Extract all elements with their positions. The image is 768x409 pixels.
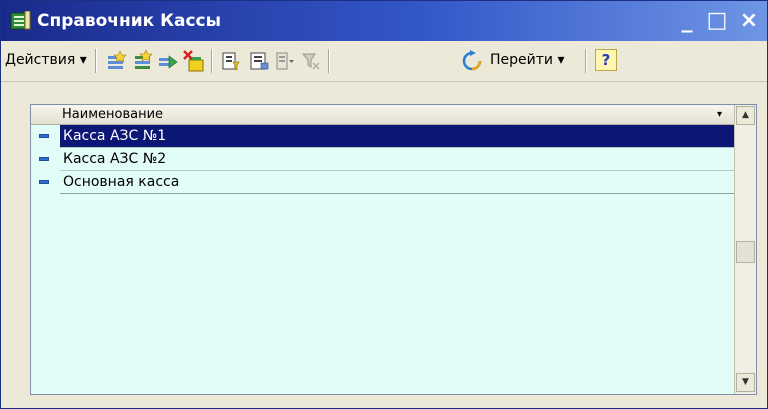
minimize-button[interactable]: _ xyxy=(673,7,701,35)
toolbar-separator xyxy=(328,49,330,73)
column-header-dropdown-icon[interactable]: ▾ xyxy=(717,106,722,124)
sort-icon[interactable] xyxy=(274,50,296,72)
element-marker-icon xyxy=(39,157,49,161)
toolbar-separator xyxy=(211,49,213,73)
filter-icon[interactable] xyxy=(219,50,241,72)
goto-menu-button[interactable]: Перейти ▾ xyxy=(490,50,564,70)
titlebar[interactable]: Справочник Кассы _ □ × xyxy=(1,1,767,41)
catalog-icon xyxy=(10,11,31,30)
row-name-cell[interactable]: Касса АЗС №1 xyxy=(60,125,734,148)
scroll-thumb[interactable] xyxy=(736,241,755,263)
filter-settings-icon[interactable] xyxy=(248,50,270,72)
table-row[interactable]: Касса АЗС №2 xyxy=(31,148,734,171)
maximize-button[interactable]: □ xyxy=(703,7,731,35)
toolbar: Действия ▾ Перейти ▾ ? xyxy=(1,41,767,82)
scroll-up-button[interactable]: ▲ xyxy=(736,106,755,125)
column-header-label: Наименование xyxy=(62,107,164,122)
row-name-cell[interactable]: Касса АЗС №2 xyxy=(60,148,734,171)
toolbar-separator xyxy=(585,49,587,73)
column-header[interactable]: Наименование ▾ xyxy=(31,105,734,125)
refresh-icon[interactable] xyxy=(461,50,483,72)
element-marker-icon xyxy=(39,180,49,184)
window-title: Справочник Кассы xyxy=(37,11,221,31)
element-marker-icon xyxy=(39,134,49,138)
toolbar-separator xyxy=(95,49,97,73)
scroll-down-button[interactable]: ▼ xyxy=(736,373,755,392)
table-row[interactable]: Основная касса xyxy=(31,171,734,194)
close-button[interactable]: × xyxy=(735,7,763,35)
help-button[interactable]: ? xyxy=(595,49,617,71)
table-row[interactable]: Касса АЗС №1 xyxy=(31,125,734,148)
clear-filter-icon[interactable] xyxy=(300,50,322,72)
actions-menu-button[interactable]: Действия ▾ xyxy=(5,50,87,70)
delete-icon[interactable] xyxy=(183,50,205,72)
add-icon[interactable] xyxy=(105,50,127,72)
catalog-table[interactable]: Наименование ▾ Касса АЗС №1 Касса АЗС №2… xyxy=(30,104,757,395)
copy-icon[interactable] xyxy=(157,50,179,72)
window: Справочник Кассы _ □ × Действия ▾ Перейт… xyxy=(0,0,768,409)
add-group-icon[interactable] xyxy=(132,50,154,72)
row-name-cell[interactable]: Основная касса xyxy=(60,171,734,194)
vertical-scrollbar[interactable]: ▲ ▼ xyxy=(734,105,756,394)
